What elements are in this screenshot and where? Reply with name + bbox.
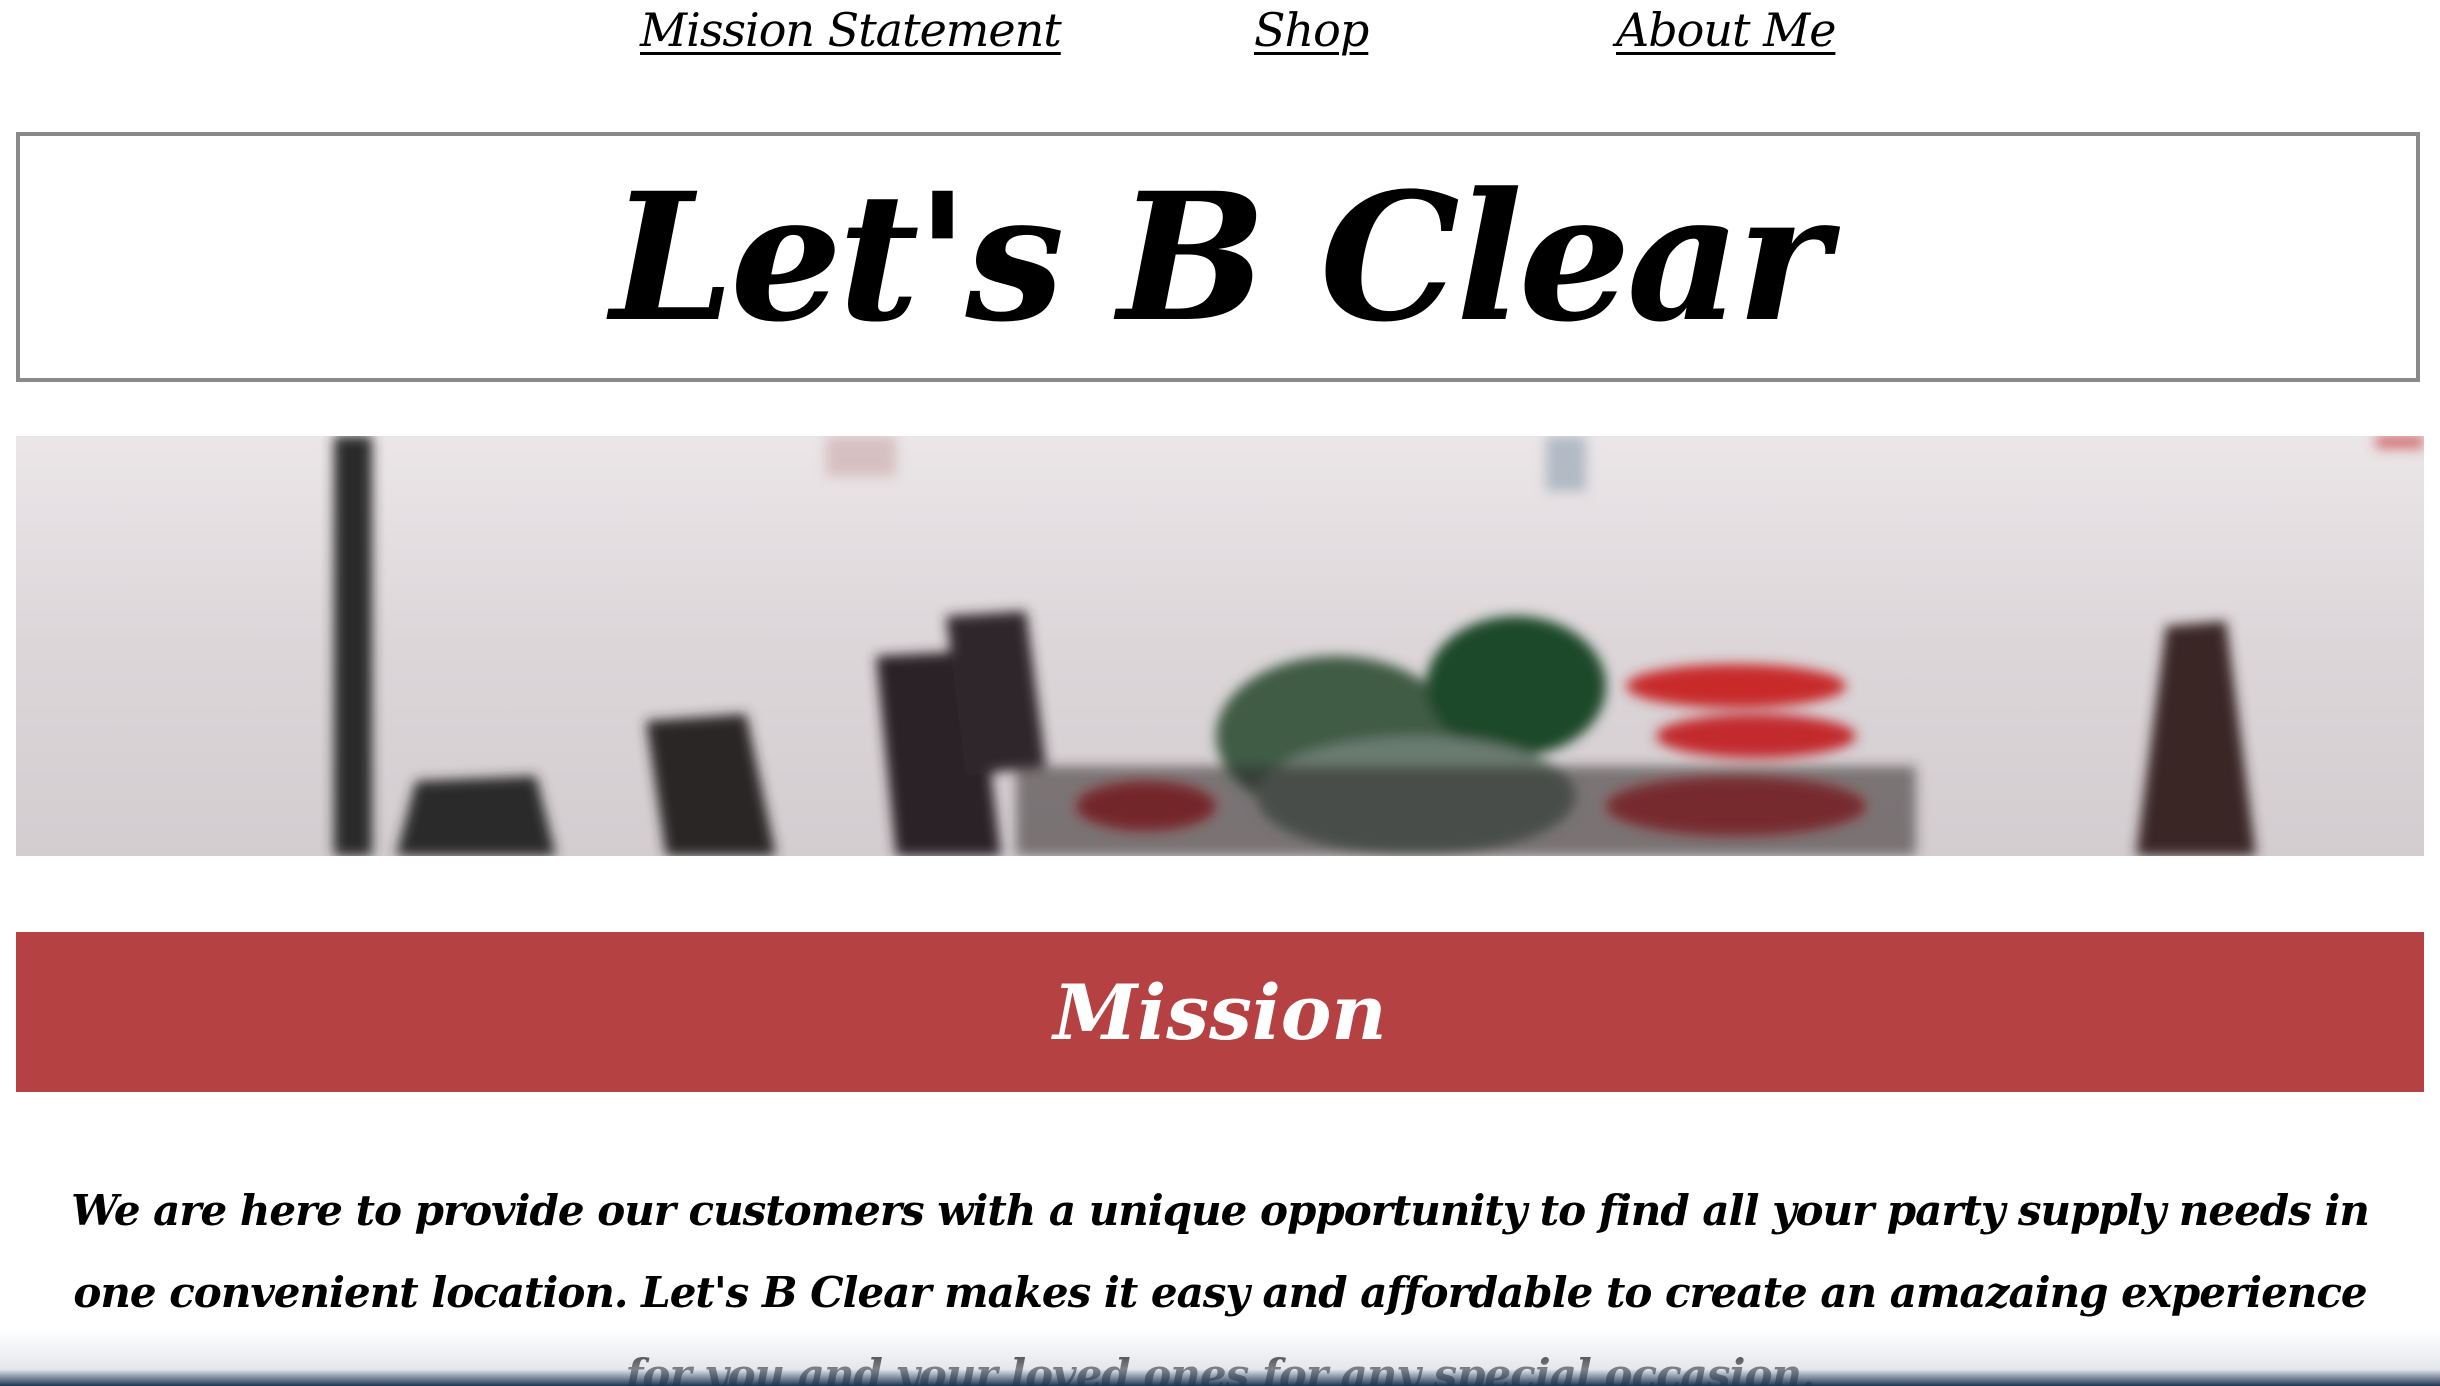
top-nav: Mission Statement Shop About Me (0, 0, 2440, 70)
site-title: Let's B Clear (610, 153, 1830, 361)
site-title-box: Let's B Clear (16, 132, 2420, 382)
nav-link-about-me[interactable]: About Me (1616, 0, 1836, 60)
window-bottom-edge (0, 1330, 2440, 1386)
nav-link-mission-statement[interactable]: Mission Statement (640, 0, 1062, 60)
hero-photo-blurred-beach-table (16, 436, 2424, 856)
nav-link-shop[interactable]: Shop (1254, 0, 1369, 60)
hero-image (16, 436, 2424, 856)
mission-heading-bar: Mission (16, 932, 2424, 1092)
mission-heading: Mission (1053, 967, 1387, 1057)
